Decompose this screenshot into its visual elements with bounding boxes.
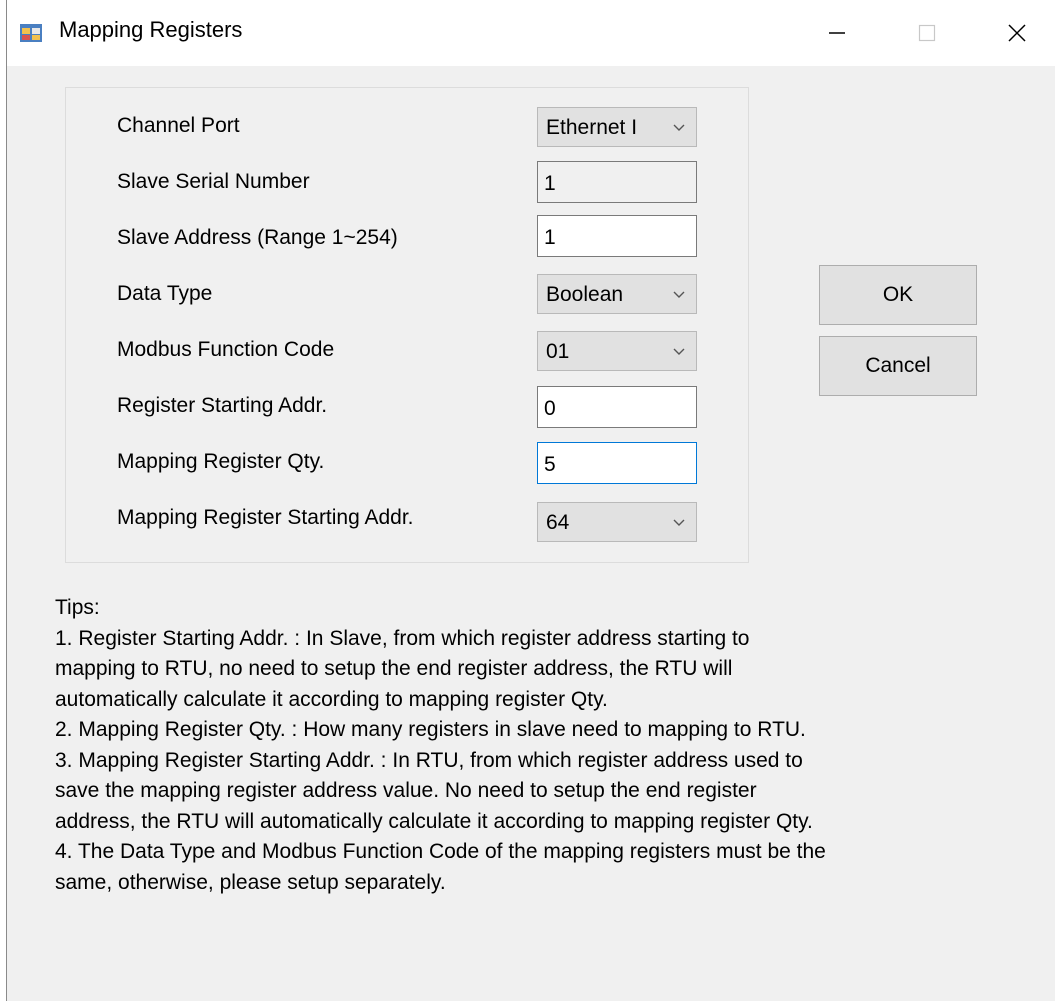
close-button[interactable] — [977, 0, 1055, 66]
channel-port-value: Ethernet I — [546, 116, 638, 139]
tips-line: 4. The Data Type and Modbus Function Cod… — [55, 840, 826, 863]
cancel-button[interactable]: Cancel — [819, 336, 977, 396]
channel-port-dropdown[interactable]: Ethernet I — [537, 107, 697, 147]
channel-port-label: Channel Port — [117, 114, 240, 137]
app-window-icon — [20, 24, 42, 42]
data-type-dropdown[interactable]: Boolean — [537, 274, 697, 314]
maximize-button — [887, 0, 967, 66]
maximize-icon — [918, 24, 936, 42]
slave-address-label: Slave Address (Range 1~254) — [117, 226, 398, 249]
tips-line: 1. Register Starting Addr. : In Slave, f… — [55, 626, 750, 650]
slave-address-field[interactable]: 1 — [537, 215, 697, 257]
slave-serial-number-value: 1 — [544, 172, 556, 195]
close-icon — [1008, 24, 1026, 42]
tips-line: mapping to RTU, no need to setup the end… — [55, 657, 733, 680]
tips-text: Tips: 1. Register Starting Addr. : In Sl… — [55, 593, 1055, 898]
register-starting-addr-field[interactable]: 0 — [537, 386, 697, 428]
modbus-function-code-dropdown[interactable]: 01 — [537, 331, 697, 371]
tips-line: automatically calculate it according to … — [55, 687, 608, 711]
data-type-label: Data Type — [117, 282, 213, 305]
slave-address-value: 1 — [544, 226, 556, 249]
tips-line: 2. Mapping Register Qty. : How many regi… — [55, 718, 806, 741]
minimize-icon — [829, 32, 845, 34]
data-type-value: Boolean — [546, 283, 624, 306]
mapping-register-qty-field[interactable]: 5 — [537, 442, 697, 484]
register-starting-addr-label: Register Starting Addr. — [117, 394, 328, 417]
ok-button[interactable]: OK — [819, 265, 977, 325]
tips-line: save the mapping register address value.… — [55, 779, 757, 802]
tips-line: 3. Mapping Register Starting Addr. : In … — [55, 748, 803, 772]
mapping-register-starting-addr-label: Mapping Register Starting Addr. — [117, 506, 414, 529]
tips-line: same, otherwise, please setup separately… — [55, 870, 446, 894]
slave-serial-number-label: Slave Serial Number — [117, 170, 310, 193]
chevron-down-icon — [673, 124, 685, 131]
modbus-function-code-label: Modbus Function Code — [117, 338, 335, 361]
chevron-down-icon — [673, 519, 685, 526]
tips-line: address, the RTU will automatically calc… — [55, 809, 813, 833]
register-starting-addr-value: 0 — [544, 397, 556, 420]
chevron-down-icon — [673, 348, 685, 355]
mapping-register-starting-addr-value: 64 — [546, 511, 570, 534]
tips-line: Tips: — [55, 596, 100, 619]
mapping-register-qty-value: 5 — [544, 453, 556, 476]
modbus-function-code-value: 01 — [546, 340, 570, 363]
minimize-button[interactable] — [797, 0, 877, 66]
mapping-registers-dialog: Mapping Registers Channel Port Ethernet … — [6, 0, 1055, 1001]
chevron-down-icon — [673, 291, 685, 298]
slave-serial-number-field: 1 — [537, 161, 697, 203]
mapping-register-qty-label: Mapping Register Qty. — [117, 450, 325, 473]
settings-group-box: Channel Port Ethernet I Slave Serial Num… — [65, 87, 749, 563]
mapping-register-starting-addr-dropdown[interactable]: 64 — [537, 502, 697, 542]
window-title: Mapping Registers — [59, 17, 243, 42]
title-bar[interactable]: Mapping Registers — [7, 0, 1055, 66]
